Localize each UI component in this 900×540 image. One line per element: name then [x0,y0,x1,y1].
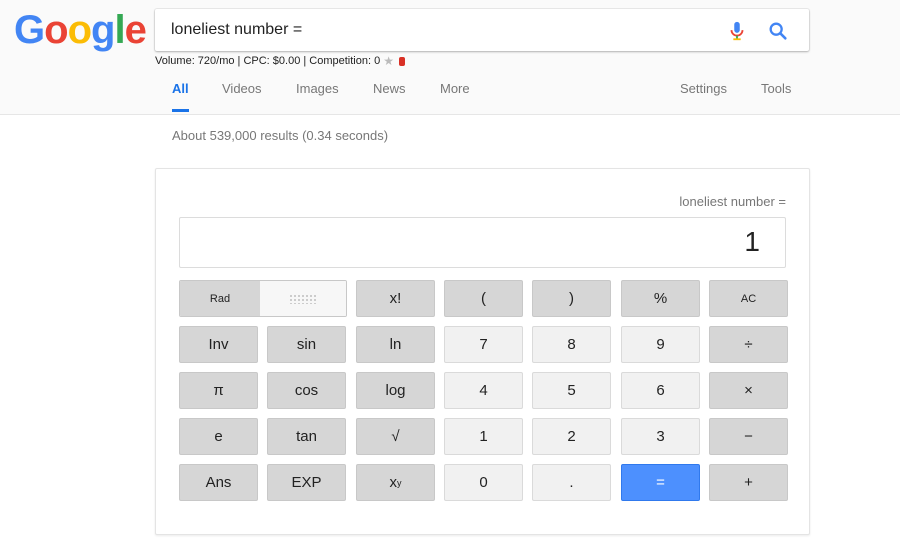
search-input[interactable] [171,9,711,51]
tab-images[interactable]: Images [296,80,339,112]
ans-button[interactable]: Ans [179,464,258,501]
digit-0-button[interactable]: 0 [444,464,523,501]
calculator-history[interactable]: loneliest number = [679,194,786,209]
cos-button[interactable]: cos [267,372,346,409]
decimal-button[interactable]: . [532,464,611,501]
database-icon[interactable] [399,56,405,66]
search-tabs: All Videos Images News More Settings Too… [0,80,900,114]
multiply-button[interactable]: × [709,372,788,409]
power-base: x [389,474,398,491]
mic-icon[interactable] [726,20,748,42]
tab-tools[interactable]: Tools [761,80,791,112]
deg-button[interactable] [260,281,346,316]
logo-letter: e [124,7,147,52]
header: G o o g l e Volume: 720/mo | CPC: $0.00 … [0,0,900,115]
logo-letter: o [67,7,92,52]
digit-3-button[interactable]: 3 [621,418,700,455]
tab-more[interactable]: More [440,80,470,112]
log-button[interactable]: log [356,372,435,409]
logo-letter: g [91,7,115,52]
tan-button[interactable]: tan [267,418,346,455]
star-icon[interactable]: ★ [383,54,394,68]
digit-1-button[interactable]: 1 [444,418,523,455]
equals-button[interactable]: = [621,464,700,501]
add-button[interactable]: + [709,464,788,501]
sqrt-button[interactable]: √ [356,418,435,455]
display-value: 1 [744,226,760,257]
rad-button[interactable]: Rad [180,281,260,316]
digit-8-button[interactable]: 8 [532,326,611,363]
results-count: About 539,000 results (0.34 seconds) [172,128,389,143]
percent-button[interactable]: % [621,280,700,317]
power-exponent: y [397,477,402,488]
digit-6-button[interactable]: 6 [621,372,700,409]
search-icon[interactable] [767,20,789,42]
factorial-button[interactable]: x! [356,280,435,317]
deg-placeholder-icon [289,293,317,304]
search-box [155,9,809,51]
tab-news[interactable]: News [373,80,406,112]
logo-letter: G [14,7,45,52]
e-button[interactable]: e [179,418,258,455]
subtract-button[interactable]: − [709,418,788,455]
ln-button[interactable]: ln [356,326,435,363]
calculator-card: loneliest number = 1 Rad x! ( ) % AC Inv… [155,168,810,535]
logo-letter: l [114,7,125,52]
exp-button[interactable]: EXP [267,464,346,501]
digit-2-button[interactable]: 2 [532,418,611,455]
angle-mode-toggle[interactable]: Rad [179,280,347,317]
digit-4-button[interactable]: 4 [444,372,523,409]
close-paren-button[interactable]: ) [532,280,611,317]
sin-button[interactable]: sin [267,326,346,363]
digit-5-button[interactable]: 5 [532,372,611,409]
tab-settings[interactable]: Settings [680,80,727,112]
open-paren-button[interactable]: ( [444,280,523,317]
seo-stats: Volume: 720/mo | CPC: $0.00 | Competitio… [155,54,405,68]
pi-button[interactable]: π [179,372,258,409]
digit-9-button[interactable]: 9 [621,326,700,363]
all-clear-button[interactable]: AC [709,280,788,317]
calculator-display: 1 [179,217,786,268]
tab-videos[interactable]: Videos [222,80,262,112]
inv-button[interactable]: Inv [179,326,258,363]
power-button[interactable]: xy [356,464,435,501]
google-logo[interactable]: G o o g l e [14,7,147,52]
digit-7-button[interactable]: 7 [444,326,523,363]
logo-letter: o [44,7,68,52]
seo-stats-text: Volume: 720/mo | CPC: $0.00 | Competitio… [155,55,381,67]
divide-button[interactable]: ÷ [709,326,788,363]
tab-all[interactable]: All [172,80,189,112]
